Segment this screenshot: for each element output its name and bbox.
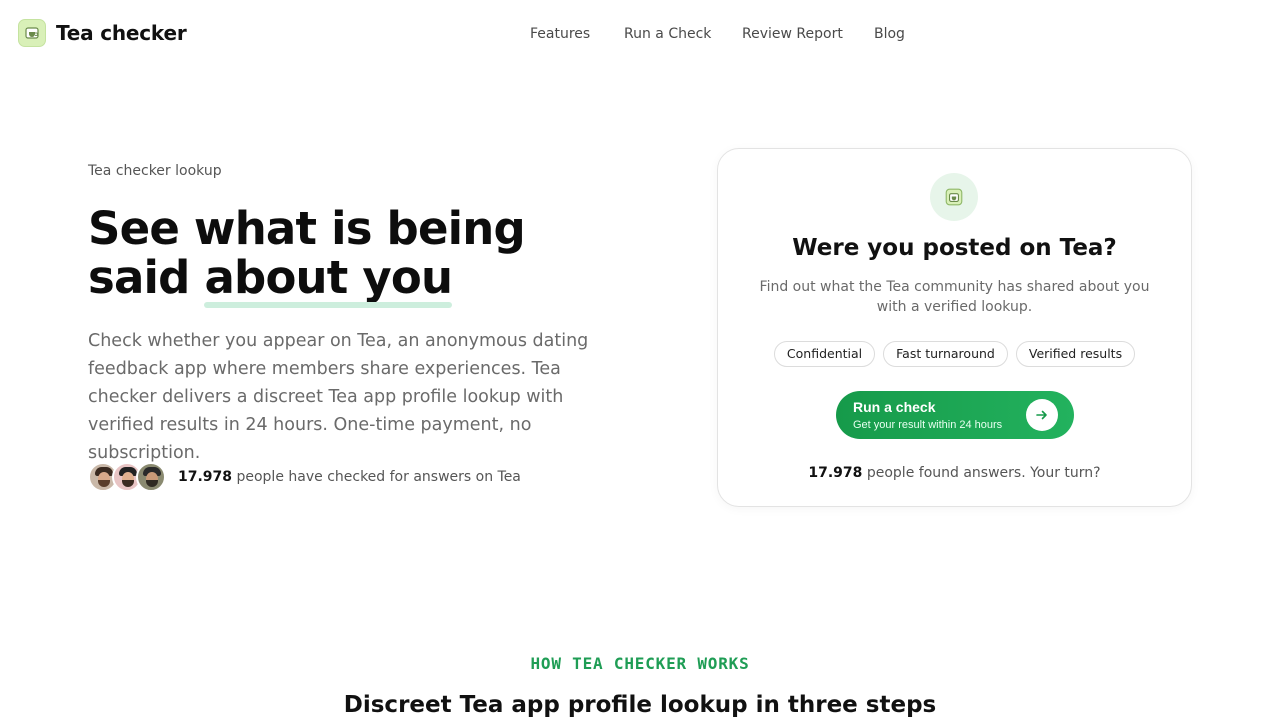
card-title: Were you posted on Tea?	[792, 235, 1117, 261]
main-nav: Features Run a Check Review Report Blog	[0, 26, 1280, 46]
nav-link-review-report[interactable]: Review Report	[742, 26, 843, 42]
chip-fast-turnaround: Fast turnaround	[883, 341, 1008, 367]
arrow-right-icon	[1026, 399, 1058, 431]
hero-description: Check whether you appear on Tea, an anon…	[88, 331, 589, 463]
social-count: 17.978	[178, 469, 233, 485]
run-check-button[interactable]: Run a check Get your result within 24 ho…	[836, 391, 1074, 439]
chip-confidential: Confidential	[773, 341, 876, 367]
how-it-works-title: Discreet Tea app profile lookup in three…	[343, 692, 937, 718]
hero-title: See what is being said about you	[88, 202, 648, 308]
avatar	[136, 462, 166, 492]
site-header: Tea checker Features Run a Check Review …	[0, 0, 1280, 70]
teacup-icon	[930, 173, 978, 221]
avatar-group	[88, 462, 166, 492]
card-footer-text: people found answers. Your turn?	[862, 465, 1101, 481]
social-label: people have checked for answers on Tea	[232, 469, 521, 485]
card-footer-count: 17.978	[808, 465, 863, 481]
cta-label: Run a check	[853, 399, 936, 415]
social-proof: 17.978 people have checked for answers o…	[88, 462, 521, 492]
chip-verified-results: Verified results	[1015, 341, 1136, 367]
nav-link-features[interactable]: Features	[530, 26, 590, 42]
hero-title-line1: See what is being	[88, 202, 526, 255]
hero-title-highlight: about you	[204, 251, 453, 308]
social-proof-text: 17.978 people have checked for answers o…	[178, 469, 521, 485]
hero-title-prefix: said	[88, 251, 205, 304]
how-it-works-eyebrow: HOW TEA CHECKER WORKS	[530, 654, 750, 673]
card-description: Find out what the Tea community has shar…	[759, 279, 1150, 315]
cta-sublabel: Get your result within 24 hours	[853, 419, 1003, 431]
feature-chips: Confidential Fast turnaround Verified re…	[718, 341, 1191, 367]
nav-link-run-a-check[interactable]: Run a Check	[624, 26, 711, 42]
card-footer: 17.978 people found answers. Your turn?	[718, 465, 1191, 481]
hero-eyebrow: Tea checker lookup	[88, 163, 222, 179]
check-card: Were you posted on Tea? Find out what th…	[717, 148, 1192, 507]
nav-link-blog[interactable]: Blog	[874, 26, 905, 42]
